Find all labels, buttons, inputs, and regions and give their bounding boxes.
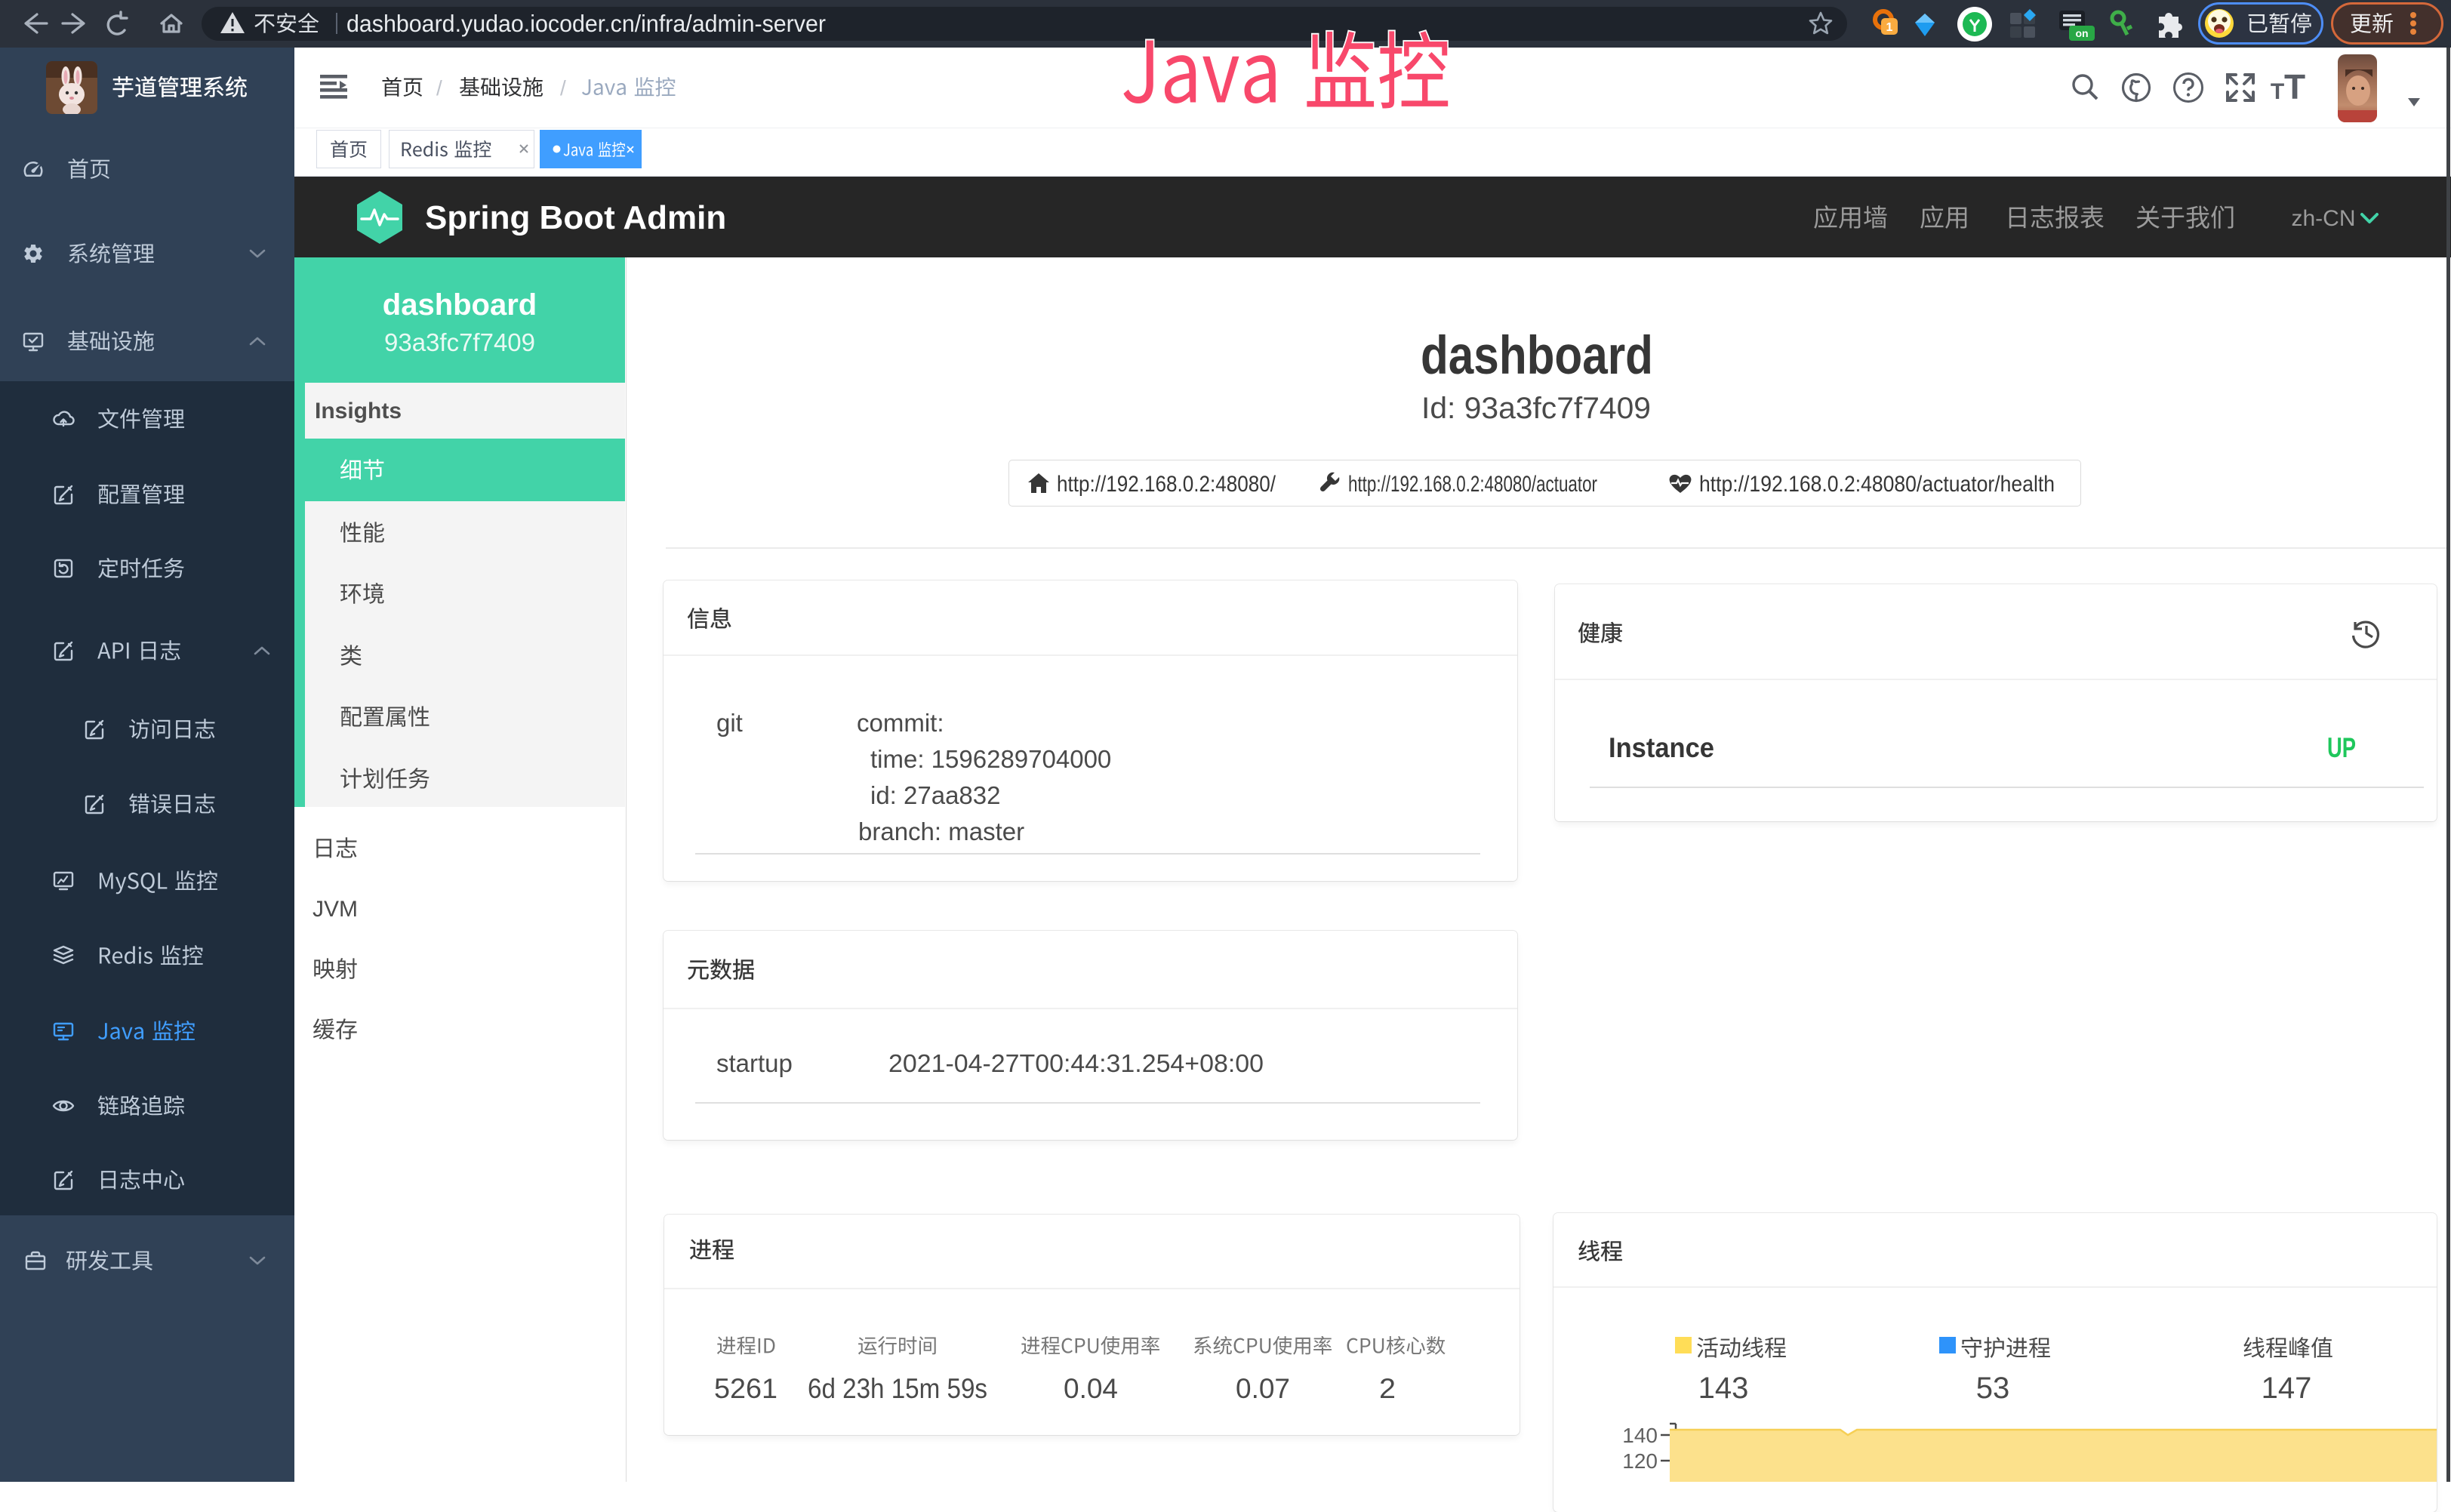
svg-text:2021-04-27T00:44:31.254+08:00: 2021-04-27T00:44:31.254+08:00: [888, 1049, 1264, 1077]
svg-text:T: T: [2271, 79, 2284, 104]
svg-text:git: git: [716, 709, 743, 737]
svg-text:53: 53: [1976, 1372, 2010, 1405]
svg-text:dashboard: dashboard: [1421, 326, 1653, 386]
svg-text:Id: 93a3fc7f7409: Id: 93a3fc7f7409: [1421, 392, 1651, 425]
svg-text:commit:: commit:: [857, 709, 944, 737]
svg-text:120: 120: [1622, 1449, 1658, 1473]
svg-text:branch: master: branch: master: [858, 818, 1024, 845]
svg-text:startup: startup: [716, 1049, 793, 1077]
svg-text:http://192.168.0.2:48080/actua: http://192.168.0.2:48080/actuator/health: [1699, 472, 2055, 497]
svg-text:/: /: [560, 76, 566, 100]
svg-text:0.04: 0.04: [1064, 1373, 1118, 1404]
svg-text:6d 23h 15m 59s: 6d 23h 15m 59s: [808, 1373, 987, 1404]
svg-text:UP: UP: [2327, 732, 2356, 763]
svg-text:on: on: [2075, 27, 2088, 39]
svg-text:zh-CN: zh-CN: [2291, 206, 2355, 231]
svg-text:93a3fc7f7409: 93a3fc7f7409: [384, 328, 535, 356]
svg-text:dashboard: dashboard: [383, 288, 537, 322]
svg-text:1: 1: [1886, 21, 1893, 34]
svg-text:id: 27aa832: id: 27aa832: [870, 781, 1001, 809]
svg-text:Instance: Instance: [1609, 732, 1714, 763]
svg-text:2: 2: [1379, 1373, 1396, 1404]
svg-text:Spring Boot Admin: Spring Boot Admin: [425, 199, 726, 236]
svg-text:143: 143: [1698, 1372, 1749, 1405]
svg-text:Insights: Insights: [315, 399, 402, 423]
svg-text:http://192.168.0.2:48080/actua: http://192.168.0.2:48080/actuator: [1348, 472, 1597, 497]
svg-text:JVM: JVM: [313, 897, 358, 922]
svg-text:5261: 5261: [714, 1373, 777, 1404]
svg-text:140: 140: [1622, 1424, 1658, 1447]
svg-text:0.07: 0.07: [1236, 1373, 1290, 1404]
svg-text:/: /: [436, 76, 442, 100]
svg-text:T: T: [2284, 67, 2305, 106]
svg-text:147: 147: [2262, 1372, 2312, 1405]
svg-text:dashboard.yudao.iocoder.cn/inf: dashboard.yudao.iocoder.cn/infra/admin-s…: [346, 10, 826, 37]
svg-text:time: 1596289704000: time: 1596289704000: [870, 745, 1111, 773]
svg-text:http://192.168.0.2:48080/: http://192.168.0.2:48080/: [1057, 472, 1276, 497]
